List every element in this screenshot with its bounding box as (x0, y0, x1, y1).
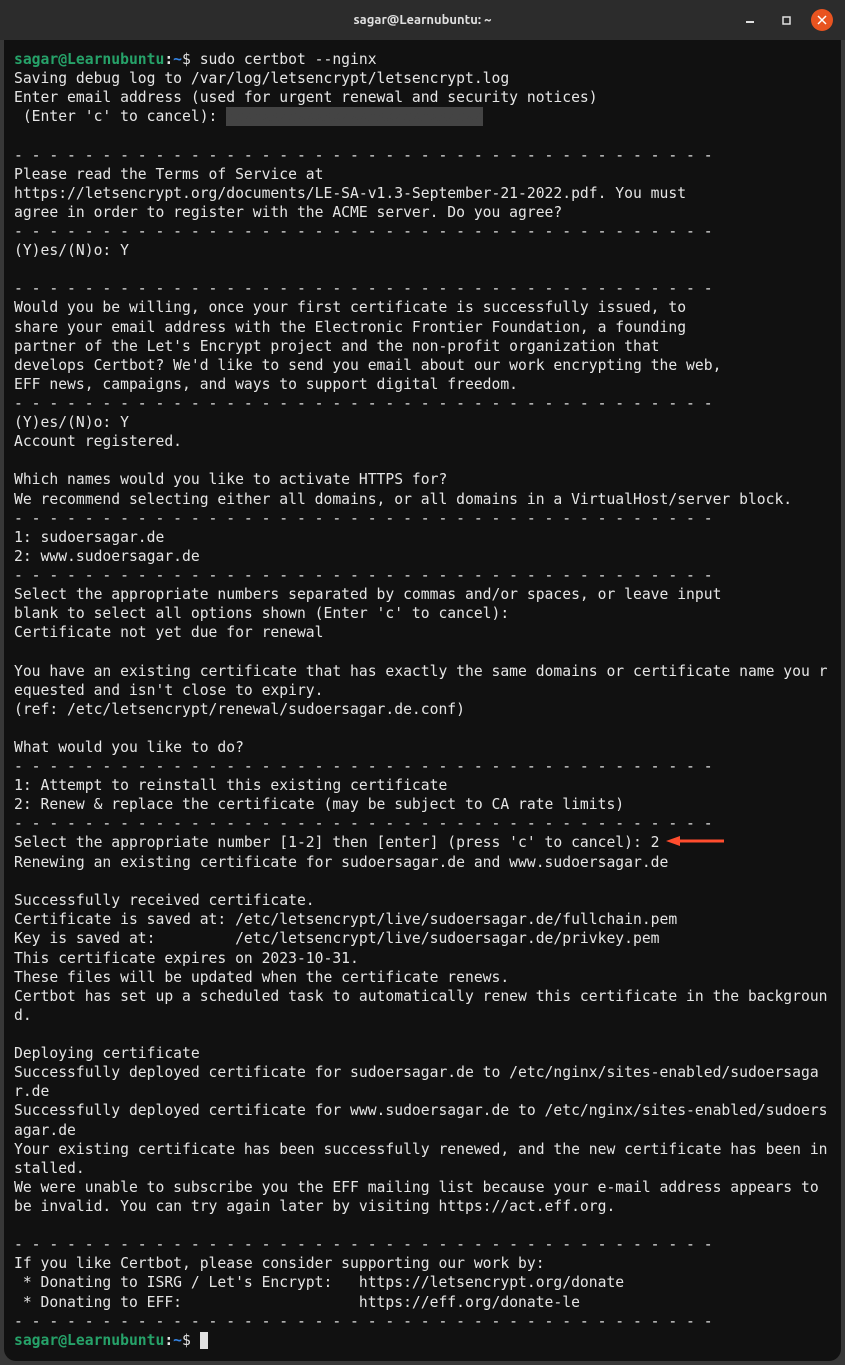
output-line: share your email address with the Electr… (14, 319, 686, 336)
output-line: Key is saved at: /etc/letsencrypt/live/s… (14, 930, 660, 947)
output-line: 1: Attempt to reinstall this existing ce… (14, 777, 447, 794)
output-line: Would you be willing, once your first ce… (14, 299, 686, 316)
separator-line: - - - - - - - - - - - - - - - - - - - - … (14, 815, 713, 832)
separator-line: - - - - - - - - - - - - - - - - - - - - … (14, 395, 713, 412)
prompt-user-host: sagar@Learnubuntu (14, 51, 164, 68)
prompt-colon: : (164, 1332, 173, 1349)
output-line: Certificate not yet due for renewal (14, 624, 324, 641)
output-line: 2: Renew & replace the certificate (may … (14, 796, 624, 813)
window-titlebar: sagar@Learnubuntu: ~ (0, 0, 845, 40)
output-line: Your existing certificate has been succe… (14, 1141, 828, 1177)
output-line: (Y)es/(N)o: Y (14, 414, 129, 431)
output-line: (Y)es/(N)o: Y (14, 242, 129, 259)
command-text: sudo certbot --nginx (200, 51, 377, 68)
redacted-email: xxxxxxxxxxxxxxxxxxxxxxxxxxxxx (226, 107, 482, 126)
output-line: Select the appropriate number [1-2] then… (14, 834, 660, 851)
terminal-cursor (200, 1332, 208, 1349)
terminal-output[interactable]: sagar@Learnubuntu:~$ sudo certbot --ngin… (4, 40, 841, 1361)
output-line: agree in order to register with the ACME… (14, 204, 562, 221)
separator-line: - - - - - - - - - - - - - - - - - - - - … (14, 567, 713, 584)
output-line: We were unable to subscribe you the EFF … (14, 1179, 828, 1215)
output-line: blank to select all options shown (Enter… (14, 605, 518, 622)
prompt-path: ~ (173, 1332, 182, 1349)
output-line: Renewing an existing certificate for sud… (14, 854, 668, 871)
output-line: https://letsencrypt.org/documents/LE-SA-… (14, 185, 686, 202)
output-line: 2: www.sudoersagar.de (14, 548, 200, 565)
output-line: Select the appropriate numbers separated… (14, 586, 721, 603)
prompt-user-host: sagar@Learnubuntu (14, 1332, 164, 1349)
separator-line: - - - - - - - - - - - - - - - - - - - - … (14, 1313, 713, 1330)
output-line: EFF news, campaigns, and ways to support… (14, 376, 518, 393)
separator-line: - - - - - - - - - - - - - - - - - - - - … (14, 1236, 713, 1253)
output-line: Account registered. (14, 433, 182, 450)
output-line: Enter email address (used for urgent ren… (14, 89, 598, 106)
output-line: (ref: /etc/letsencrypt/renewal/sudoersag… (14, 701, 465, 718)
minimize-button[interactable] (739, 9, 761, 31)
output-line: These files will be updated when the cer… (14, 969, 509, 986)
output-line: partner of the Let's Encrypt project and… (14, 338, 660, 355)
separator-line: - - - - - - - - - - - - - - - - - - - - … (14, 280, 713, 297)
output-line: develops Certbot? We'd like to send you … (14, 357, 721, 374)
output-line: If you like Certbot, please consider sup… (14, 1255, 545, 1272)
output-line: * Donating to EFF: https://eff.org/donat… (14, 1294, 580, 1311)
output-line: Which names would you like to activate H… (14, 471, 447, 488)
separator-line: - - - - - - - - - - - - - - - - - - - - … (14, 758, 713, 775)
output-line: Successfully deployed certificate for su… (14, 1064, 819, 1100)
output-line: Successfully deployed certificate for ww… (14, 1102, 828, 1138)
output-line: We recommend selecting either all domain… (14, 491, 792, 508)
window-title: sagar@Learnubuntu: ~ (354, 13, 492, 27)
annotation-arrow-icon (666, 834, 724, 853)
maximize-button[interactable] (775, 9, 797, 31)
output-line: Certificate is saved at: /etc/letsencryp… (14, 911, 677, 928)
output-line: You have an existing certificate that ha… (14, 663, 828, 699)
output-line: * Donating to ISRG / Let's Encrypt: http… (14, 1274, 624, 1291)
output-line: Certbot has set up a scheduled task to a… (14, 988, 828, 1024)
output-line: Deploying certificate (14, 1045, 200, 1062)
window-controls (739, 9, 833, 31)
output-line: What would you like to do? (14, 739, 244, 756)
separator-line: - - - - - - - - - - - - - - - - - - - - … (14, 510, 713, 527)
prompt-dollar: $ (182, 1332, 191, 1349)
separator-line: - - - - - - - - - - - - - - - - - - - - … (14, 147, 713, 164)
output-line: Please read the Terms of Service at (14, 166, 324, 183)
close-button[interactable] (811, 9, 833, 31)
prompt-path: ~ (173, 51, 182, 68)
output-line: (Enter 'c' to cancel): (14, 108, 226, 125)
separator-line: - - - - - - - - - - - - - - - - - - - - … (14, 223, 713, 240)
output-line: Saving debug log to /var/log/letsencrypt… (14, 70, 509, 87)
prompt-colon: : (164, 51, 173, 68)
output-line: Successfully received certificate. (14, 892, 315, 909)
output-line: This certificate expires on 2023-10-31. (14, 950, 359, 967)
output-line: 1: sudoersagar.de (14, 529, 164, 546)
prompt-dollar: $ (182, 51, 191, 68)
